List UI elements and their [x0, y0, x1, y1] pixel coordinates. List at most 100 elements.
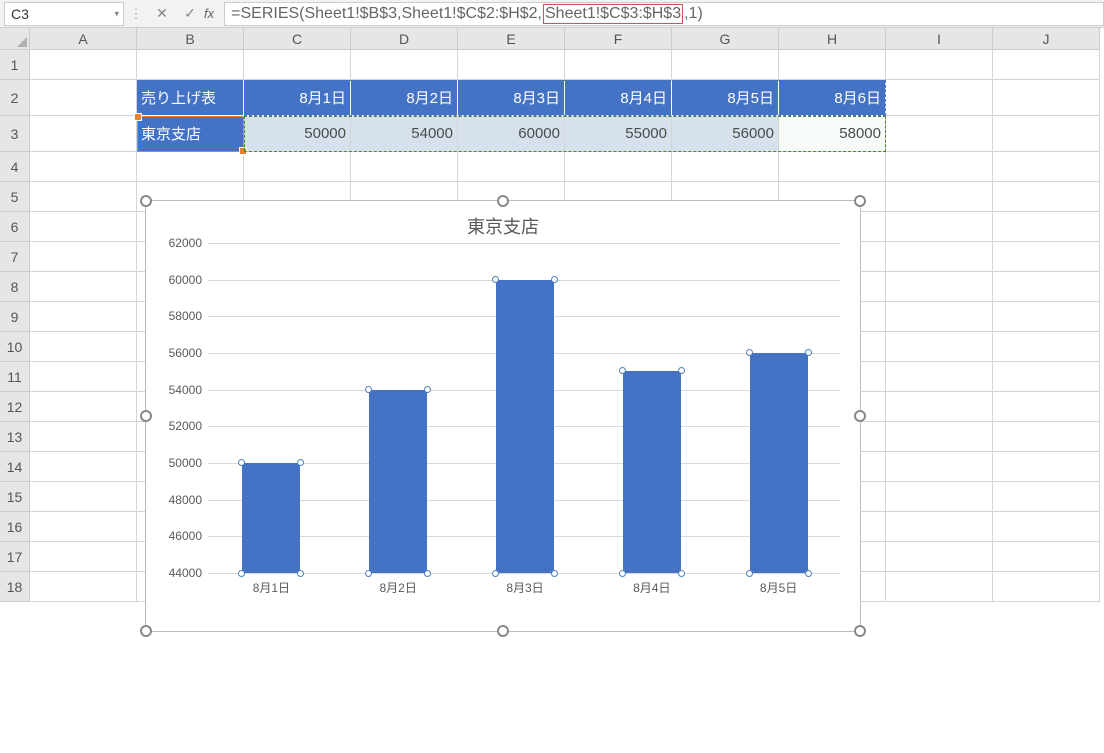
cell-E2[interactable]: 8月3日	[458, 80, 565, 116]
col-header-G[interactable]: G	[672, 28, 779, 50]
bar-handle[interactable]	[619, 570, 626, 577]
cell-I15[interactable]	[886, 482, 993, 512]
bar-handle[interactable]	[746, 349, 753, 356]
chart-bar[interactable]	[750, 353, 808, 573]
col-header-D[interactable]: D	[351, 28, 458, 50]
cell-B1[interactable]	[137, 50, 244, 80]
cell-G4[interactable]	[672, 152, 779, 182]
cell-I7[interactable]	[886, 242, 993, 272]
bar-handle[interactable]	[551, 276, 558, 283]
fx-icon[interactable]: fx	[204, 6, 214, 21]
chart-title[interactable]: 東京支店	[146, 201, 860, 243]
cell-J11[interactable]	[993, 362, 1100, 392]
bar-handle[interactable]	[746, 570, 753, 577]
row-header-3[interactable]: 3	[0, 116, 30, 152]
cell-I17[interactable]	[886, 542, 993, 572]
cell-B4[interactable]	[137, 152, 244, 182]
cell-J9[interactable]	[993, 302, 1100, 332]
cell-H1[interactable]	[779, 50, 886, 80]
chart-bar[interactable]	[496, 280, 554, 573]
cell-A7[interactable]	[30, 242, 137, 272]
col-header-H[interactable]: H	[779, 28, 886, 50]
cell-J3[interactable]	[993, 116, 1100, 152]
select-all-corner[interactable]	[0, 28, 30, 50]
cell-I8[interactable]	[886, 272, 993, 302]
plot-area[interactable]: 4400046000480005000052000540005600058000…	[208, 243, 840, 573]
col-header-A[interactable]: A	[30, 28, 137, 50]
cell-J13[interactable]	[993, 422, 1100, 452]
cell-J10[interactable]	[993, 332, 1100, 362]
cell-I12[interactable]	[886, 392, 993, 422]
row-header-4[interactable]: 4	[0, 152, 30, 182]
cell-G1[interactable]	[672, 50, 779, 80]
cell-C3[interactable]: 50000	[244, 116, 351, 152]
cell-A3[interactable]	[30, 116, 137, 152]
cell-I6[interactable]	[886, 212, 993, 242]
col-header-J[interactable]: J	[993, 28, 1100, 50]
cell-C4[interactable]	[244, 152, 351, 182]
bar-handle[interactable]	[678, 570, 685, 577]
cell-I5[interactable]	[886, 182, 993, 212]
cell-J16[interactable]	[993, 512, 1100, 542]
resize-handle-ml[interactable]	[140, 410, 152, 422]
row-header-13[interactable]: 13	[0, 422, 30, 452]
cell-A10[interactable]	[30, 332, 137, 362]
resize-handle-bl[interactable]	[140, 625, 152, 637]
col-header-F[interactable]: F	[565, 28, 672, 50]
cell-F1[interactable]	[565, 50, 672, 80]
cell-A17[interactable]	[30, 542, 137, 572]
col-header-C[interactable]: C	[244, 28, 351, 50]
cell-A12[interactable]	[30, 392, 137, 422]
dropdown-icon[interactable]: ▾	[114, 8, 119, 19]
bar-handle[interactable]	[424, 570, 431, 577]
cell-A6[interactable]	[30, 212, 137, 242]
cell-D2[interactable]: 8月2日	[351, 80, 458, 116]
row-header-14[interactable]: 14	[0, 452, 30, 482]
bar-handle[interactable]	[492, 276, 499, 283]
cell-A18[interactable]	[30, 572, 137, 602]
cell-J14[interactable]	[993, 452, 1100, 482]
cell-F3[interactable]: 55000	[565, 116, 672, 152]
cell-J15[interactable]	[993, 482, 1100, 512]
cell-J17[interactable]	[993, 542, 1100, 572]
row-header-10[interactable]: 10	[0, 332, 30, 362]
col-header-I[interactable]: I	[886, 28, 993, 50]
cell-I4[interactable]	[886, 152, 993, 182]
cell-J6[interactable]	[993, 212, 1100, 242]
row-header-12[interactable]: 12	[0, 392, 30, 422]
cell-E3[interactable]: 60000	[458, 116, 565, 152]
bar-handle[interactable]	[424, 386, 431, 393]
row-header-6[interactable]: 6	[0, 212, 30, 242]
bar-handle[interactable]	[805, 349, 812, 356]
cell-F4[interactable]	[565, 152, 672, 182]
cell-C1[interactable]	[244, 50, 351, 80]
bar-handle[interactable]	[238, 459, 245, 466]
cell-C2[interactable]: 8月1日	[244, 80, 351, 116]
cell-D3[interactable]: 54000	[351, 116, 458, 152]
bar-handle[interactable]	[551, 570, 558, 577]
resize-handle-bm[interactable]	[497, 625, 509, 637]
name-box[interactable]: C3 ▾	[4, 2, 124, 26]
chart-bar[interactable]	[623, 371, 681, 573]
row-header-2[interactable]: 2	[0, 80, 30, 116]
row-header-18[interactable]: 18	[0, 572, 30, 602]
cell-I3[interactable]	[886, 116, 993, 152]
col-header-B[interactable]: B	[137, 28, 244, 50]
cell-I1[interactable]	[886, 50, 993, 80]
bar-handle[interactable]	[678, 367, 685, 374]
col-header-E[interactable]: E	[458, 28, 565, 50]
chart-bar[interactable]	[369, 390, 427, 573]
cell-J18[interactable]	[993, 572, 1100, 602]
cell-B2[interactable]: 売り上げ表	[137, 80, 244, 116]
row-header-7[interactable]: 7	[0, 242, 30, 272]
row-header-15[interactable]: 15	[0, 482, 30, 512]
cell-H3[interactable]: 58000	[779, 116, 886, 152]
cell-A8[interactable]	[30, 272, 137, 302]
bar-handle[interactable]	[365, 386, 372, 393]
bar-handle[interactable]	[619, 367, 626, 374]
cell-I16[interactable]	[886, 512, 993, 542]
cell-D1[interactable]	[351, 50, 458, 80]
cell-I18[interactable]	[886, 572, 993, 602]
bar-handle[interactable]	[805, 570, 812, 577]
chart-bar[interactable]	[242, 463, 300, 573]
